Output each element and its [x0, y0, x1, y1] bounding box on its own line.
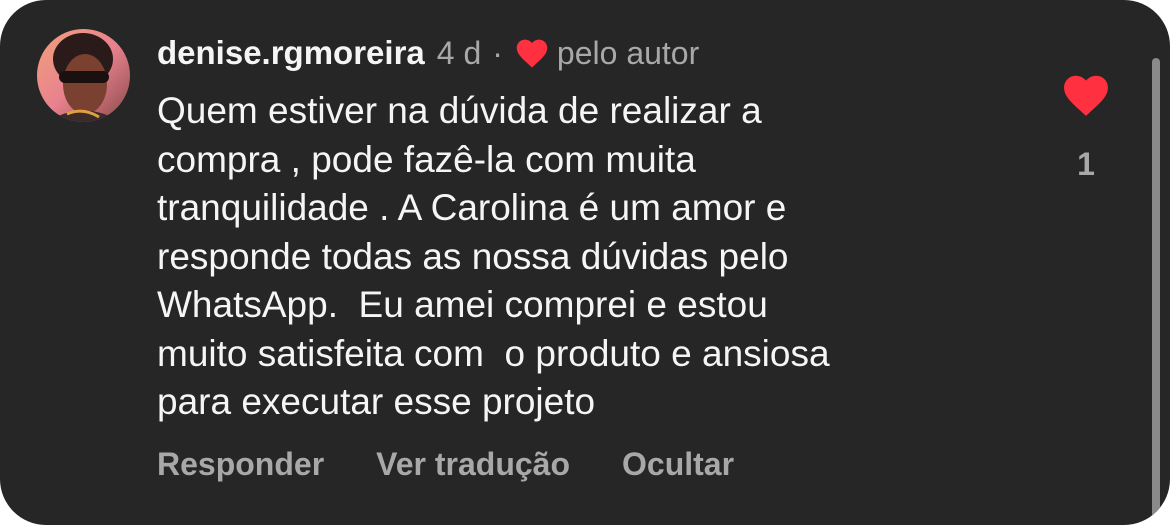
- avatar[interactable]: [37, 29, 130, 122]
- comment-line: compra , pode fazê-la com muita: [157, 138, 696, 180]
- hide-button[interactable]: Ocultar: [622, 446, 734, 483]
- comment-line: muito satisfeita com o produto e ansiosa: [157, 332, 830, 374]
- liked-by-author-label: pelo autor: [556, 34, 700, 71]
- heart-icon: [516, 39, 548, 68]
- comment-time: 4 d: [436, 34, 482, 71]
- comment-line: para executar esse projeto: [157, 381, 596, 422]
- like-button[interactable]: [1060, 72, 1112, 118]
- comment-text: Quem estiver na dúvida de realizar a com…: [157, 87, 1017, 427]
- avatar-photo: [37, 29, 130, 122]
- reply-button[interactable]: Responder: [157, 446, 324, 483]
- like-count[interactable]: 1: [1060, 146, 1112, 183]
- scrollbar[interactable]: [1152, 58, 1160, 518]
- comment-actions: Responder Ver tradução Ocultar: [157, 446, 734, 483]
- comment-line: Quem estiver na dúvida de realizar a: [157, 90, 762, 131]
- comment-line: WhatsApp. Eu amei comprei e estou: [157, 284, 768, 325]
- comment-header: denise.rgmoreira 4 d · pelo autor: [157, 28, 699, 78]
- comment-line: responde todas as nossa dúvidas pelo: [157, 235, 789, 277]
- translate-button[interactable]: Ver tradução: [376, 446, 570, 483]
- heart-icon: [1064, 75, 1108, 116]
- username[interactable]: denise.rgmoreira: [157, 34, 425, 72]
- comment-line: tranquilidade . A Carolina é um amor e: [157, 187, 787, 228]
- separator-dot: ·: [492, 34, 503, 71]
- comment-card: denise.rgmoreira 4 d · pelo autor Quem e…: [0, 0, 1170, 525]
